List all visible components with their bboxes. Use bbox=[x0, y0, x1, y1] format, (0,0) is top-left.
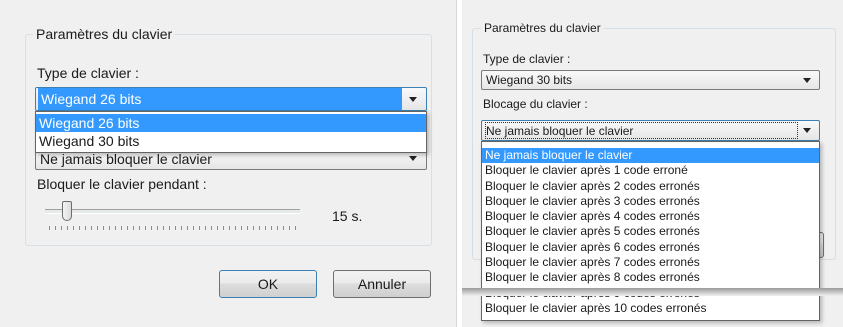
block-duration-slider[interactable] bbox=[45, 198, 300, 232]
cancel-button[interactable]: Annuler bbox=[333, 270, 431, 298]
dropdown-option[interactable]: Wiegand 30 bits bbox=[36, 132, 426, 150]
chevron-down-icon[interactable] bbox=[803, 77, 811, 83]
lock-option[interactable]: Bloquer le clavier après 6 codes erronés bbox=[482, 240, 819, 255]
ok-button[interactable]: OK bbox=[219, 270, 317, 298]
lock-option[interactable]: Bloquer le clavier après 1 code erroné bbox=[482, 163, 819, 178]
lock-option[interactable]: Ne jamais bloquer le clavier bbox=[482, 148, 819, 164]
slider-thumb[interactable] bbox=[62, 201, 72, 221]
keyboard-type-label: Type de clavier : bbox=[37, 65, 139, 81]
bottom-shadow bbox=[462, 288, 843, 296]
group-title: Paramètres du clavier bbox=[481, 21, 604, 35]
lock-option[interactable]: Bloquer le clavier après 3 codes erronés bbox=[482, 194, 819, 209]
lock-option[interactable]: Bloquer le clavier après 10 codes erroné… bbox=[482, 301, 819, 316]
chevron-down-icon[interactable] bbox=[409, 156, 417, 161]
keyboard-type-dropdown: Wiegand 26 bits Wiegand 30 bits bbox=[35, 111, 427, 153]
lock-option[interactable]: Bloquer le clavier après 2 codes erronés bbox=[482, 179, 819, 194]
slider-value: 15 s. bbox=[332, 208, 363, 224]
right-dialog: Paramètres du clavier Type de clavier : … bbox=[462, 0, 843, 327]
ok-button-label: OK bbox=[257, 276, 279, 292]
keyboard-type-value: Wiegand 26 bits bbox=[38, 88, 402, 110]
lock-option[interactable]: Bloquer le clavier après 8 codes erronés bbox=[482, 270, 819, 285]
keyboard-type-value: Wiegand 30 bits bbox=[486, 73, 573, 87]
keyboard-type-label: Type de clavier : bbox=[483, 52, 571, 66]
lock-select[interactable]: Ne jamais bloquer le clavier bbox=[481, 120, 820, 141]
left-dialog: Paramètres du clavier Type de clavier : … bbox=[0, 0, 457, 327]
block-duration-label: Bloquer le clavier pendant : bbox=[37, 176, 207, 192]
cancel-button-label: Annuler bbox=[357, 276, 407, 292]
lock-label: Blocage du clavier : bbox=[483, 97, 588, 111]
lock-option[interactable]: Bloquer le clavier après 5 codes erronés bbox=[482, 224, 819, 239]
keyboard-type-select[interactable]: Wiegand 30 bits bbox=[481, 70, 820, 90]
keyboard-type-select[interactable]: Wiegand 26 bits bbox=[35, 87, 427, 111]
lock-option[interactable]: Bloquer le clavier après 4 codes erronés bbox=[482, 209, 819, 224]
chevron-down-icon[interactable] bbox=[803, 128, 811, 133]
slider-track bbox=[45, 209, 300, 214]
slider-ticks bbox=[49, 226, 296, 230]
group-title: Paramètres du clavier bbox=[33, 26, 176, 42]
lock-option[interactable]: Bloquer le clavier après 7 codes erronés bbox=[482, 255, 819, 270]
chevron-down-icon[interactable] bbox=[409, 96, 417, 102]
dropdown-option[interactable]: Wiegand 26 bits bbox=[36, 114, 426, 132]
lock-value: Ne jamais bloquer le clavier bbox=[484, 121, 799, 140]
